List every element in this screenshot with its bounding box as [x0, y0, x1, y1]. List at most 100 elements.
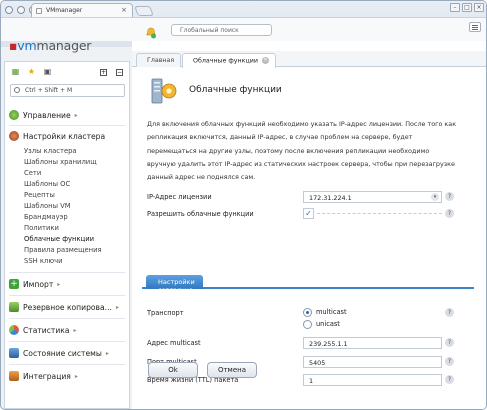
description-text: Для включения облачных функций необходим… [147, 120, 457, 182]
tab-home[interactable]: Главная [136, 53, 182, 67]
transport-multicast-radio[interactable]: multicast [303, 307, 443, 319]
tab-label: Облачные функции [193, 57, 258, 65]
radio-unselected-icon [303, 320, 312, 329]
enable-cloud-checkbox[interactable]: ✓ [303, 208, 314, 219]
multicast-address-input[interactable]: 239.255.1.1 [303, 337, 442, 349]
favicon-icon [36, 8, 42, 14]
collapse-all-icon[interactable]: − [114, 67, 125, 77]
divider [9, 272, 125, 273]
search-icon [14, 87, 20, 93]
sidebar-item-firewall[interactable]: Брандмауэр [24, 213, 68, 221]
section-label: Резервное копирова... [23, 302, 112, 312]
divider [9, 341, 125, 342]
sidebar-item-storage-templates[interactable]: Шаблоны хранилищ [24, 158, 97, 166]
sidebar-section-import[interactable]: + Импорт ▸ [9, 279, 60, 289]
plus-icon: + [9, 279, 19, 289]
tab-cloud-functions[interactable]: Облачные функции × [182, 53, 276, 68]
sidebar-section-backup[interactable]: Резервное копирова... ▸ [9, 302, 119, 312]
sidebar: ▦ ★ ▣ + − ⌖ Ctrl + Shift + M Управление … [4, 61, 139, 409]
sidebar-search-text: Ctrl + Shift + M [25, 87, 73, 94]
section-label: Интеграция [23, 371, 71, 381]
sidebar-section-integration[interactable]: Интеграция ▸ [9, 371, 78, 381]
alert-bell-icon[interactable] [145, 27, 157, 39]
integration-icon [9, 371, 19, 381]
menu-icon[interactable] [469, 22, 481, 32]
license-ip-label: IP-Адрес лицензии [147, 193, 212, 201]
close-tab-icon[interactable]: × [121, 6, 127, 14]
multicast-address-value: 239.255.1.1 [309, 340, 348, 348]
multicast-port-value: 5405 [309, 359, 326, 367]
sidebar-section-statistics[interactable]: Статистика ▸ [9, 325, 77, 335]
sidebar-item-recipes[interactable]: Рецепты [24, 191, 55, 199]
sidebar-item-os-templates[interactable]: Шаблоны ОС [24, 180, 70, 188]
close-tab-icon[interactable]: × [261, 57, 269, 64]
chevron-right-icon: ▸ [74, 372, 78, 380]
dot-2[interactable] [17, 6, 25, 14]
main-panel: Главная Облачные функции × Облачные функц… [132, 41, 486, 409]
content-tabs: Главная Облачные функции × [132, 51, 486, 68]
sidebar-item-cluster-nodes[interactable]: Узлы кластера [24, 147, 77, 155]
ok-button[interactable]: Ok [148, 362, 198, 378]
divider [9, 125, 125, 126]
sidebar-item-vm-templates[interactable]: Шаблоны VM [24, 202, 71, 210]
browser-tab[interactable]: VMmanager × [31, 3, 133, 17]
monitor-icon [9, 348, 19, 358]
global-search-input[interactable]: Глобальный поиск [171, 24, 272, 36]
help-icon[interactable]: ? [445, 209, 454, 218]
radio-label: unicast [316, 320, 340, 328]
star-icon[interactable]: ★ [26, 67, 37, 77]
help-icon[interactable]: ? [445, 192, 454, 201]
cluster-settings-icon [9, 131, 19, 141]
chevron-right-icon: ▸ [115, 303, 119, 311]
radio-selected-icon [303, 308, 312, 317]
sidebar-item-policies[interactable]: Политики [24, 224, 59, 232]
window-controls: – □ × [450, 3, 484, 12]
sidebar-search-input[interactable]: Ctrl + Shift + M [10, 84, 125, 97]
help-icon[interactable]: ? [445, 338, 454, 347]
maximize-button[interactable]: □ [462, 3, 472, 12]
ttl-input[interactable]: 1 [303, 374, 442, 386]
cloud-functions-icon [151, 78, 177, 104]
chevron-right-icon: ▸ [73, 326, 77, 334]
chevron-down-icon: ▾ [431, 193, 439, 201]
multicast-port-input[interactable]: 5405 [303, 356, 442, 368]
chevron-right-icon: ▸ [57, 280, 61, 288]
section-label: Состояние системы [23, 348, 102, 358]
chevron-right-icon: ▸ [105, 349, 109, 357]
cancel-button[interactable]: Отмена [207, 362, 257, 378]
page-title: Облачные функции [189, 85, 282, 95]
help-icon[interactable]: ? [445, 357, 454, 366]
app-logo: ▪vmmanager [9, 38, 91, 53]
sidebar-item-networks[interactable]: Сети [24, 169, 41, 177]
divider [9, 318, 125, 319]
browser-tab-title: VMmanager [46, 7, 83, 14]
section-label: Статистика [23, 325, 70, 335]
consensus-settings-header[interactable]: Настройки согласунс ▾ [142, 275, 474, 294]
help-icon[interactable]: ? [445, 375, 454, 384]
sidebar-section-system-status[interactable]: Состояние системы ▸ [9, 348, 109, 358]
sidebar-section-management[interactable]: Управление ▸ [9, 110, 78, 120]
license-ip-row: IP-Адрес лицензии 172.31.224.1 ▾ ? [147, 191, 474, 204]
divider [9, 295, 125, 296]
grid-icon[interactable]: ▦ [10, 67, 21, 77]
sidebar-item-cloud-functions[interactable]: Облачные функции [24, 235, 94, 243]
sidebar-item-placement-rules[interactable]: Правила размещения [24, 246, 102, 254]
transport-label: Транспорт [147, 309, 184, 317]
browser-window: VMmanager × – □ × Глобальный поиск ▪vmma… [0, 0, 487, 410]
transport-unicast-radio[interactable]: unicast [303, 319, 443, 331]
sidebar-item-ssh-keys[interactable]: SSH ключи [24, 257, 63, 265]
sidebar-section-cluster-settings[interactable]: Настройки кластера [9, 131, 105, 141]
expand-all-icon[interactable]: + [98, 67, 109, 77]
camera-icon[interactable]: ▣ [42, 67, 53, 77]
license-ip-select[interactable]: 172.31.224.1 ▾ [303, 191, 442, 203]
consensus-settings-label: Настройки согласунс [150, 275, 203, 294]
minimize-button[interactable]: – [450, 3, 460, 12]
close-window-button[interactable]: × [474, 3, 484, 12]
new-tab-button[interactable] [134, 6, 154, 16]
chevron-right-icon: ▸ [74, 111, 78, 119]
section-label: Настройки кластера [23, 131, 106, 141]
consensus-settings-tab[interactable]: Настройки согласунс ▾ [146, 275, 203, 294]
dot-1[interactable] [5, 6, 13, 14]
help-icon[interactable]: ? [445, 308, 454, 317]
section-label: Импорт [23, 279, 54, 289]
